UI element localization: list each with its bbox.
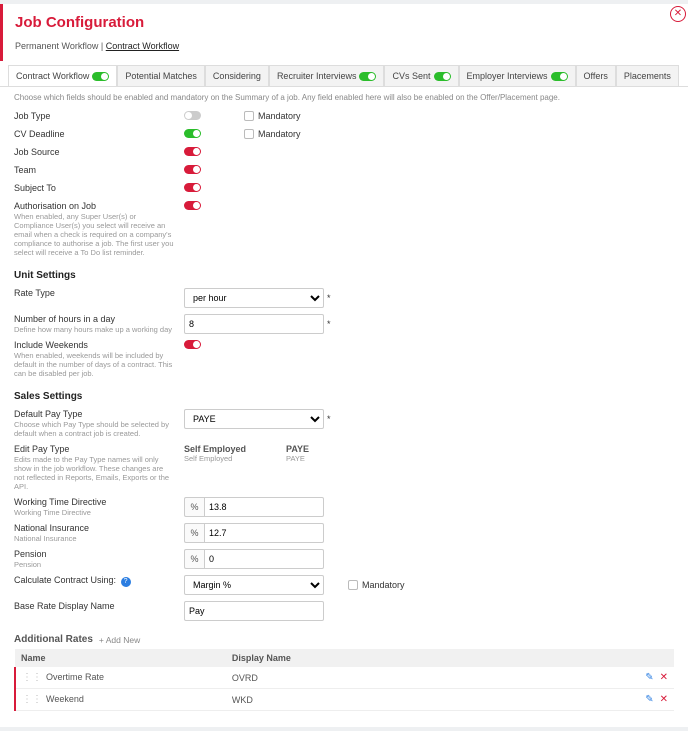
drag-icon[interactable]: ⋮⋮ [22, 672, 42, 683]
tab-contract-workflow[interactable]: Contract Workflow [8, 65, 117, 86]
col-display: Display Name [226, 649, 614, 667]
tab-considering[interactable]: Considering [205, 65, 269, 86]
intro-text: Choose which fields should be enabled an… [14, 93, 674, 102]
input-base-rate[interactable] [184, 601, 324, 621]
select-rate-type[interactable]: per hour [184, 288, 324, 308]
delete-icon[interactable]: ✕ [660, 672, 668, 683]
tab-cvs-sent[interactable]: CVs Sent [384, 65, 458, 86]
toggle-job-type[interactable] [184, 111, 201, 120]
rates-table: Name Display Name ⋮⋮Overtime RateOVRD✎✕⋮… [14, 649, 674, 711]
drag-icon[interactable]: ⋮⋮ [22, 694, 42, 705]
tab-label: Placements [624, 71, 671, 81]
input-ni[interactable] [204, 523, 324, 543]
breadcrumb-permanent[interactable]: Permanent Workflow [15, 41, 98, 51]
label-rate-type: Rate Type [14, 288, 184, 298]
breadcrumb: Permanent Workflow | Contract Workflow [15, 41, 674, 51]
heading-sales-settings: Sales Settings [14, 381, 674, 406]
table-row: ⋮⋮ Weekend WKD ✎ ✕ [15, 689, 674, 711]
checkbox-cv-deadline-mandatory[interactable] [244, 129, 254, 139]
close-icon[interactable]: ✕ [670, 6, 686, 22]
tab-toggle[interactable] [92, 72, 109, 81]
checkbox-job-type-mandatory[interactable] [244, 111, 254, 121]
tab-employer-interviews[interactable]: Employer Interviews [459, 65, 576, 86]
tab-label: Contract Workflow [16, 71, 89, 81]
info-icon[interactable]: ? [121, 577, 131, 587]
label-subject-to: Subject To [14, 183, 184, 193]
input-hours-day[interactable] [184, 314, 324, 334]
header: Job Configuration Permanent Workflow | C… [0, 4, 688, 61]
rate-name: Overtime Rate [46, 672, 104, 682]
tab-toggle[interactable] [551, 72, 568, 81]
page-title: Job Configuration [15, 14, 674, 31]
label-wtd: Working Time Directive Working Time Dire… [14, 497, 184, 517]
input-wtd[interactable] [204, 497, 324, 517]
tab-potential-matches[interactable]: Potential Matches [117, 65, 205, 86]
tab-placements[interactable]: Placements [616, 65, 679, 86]
select-default-pay[interactable]: PAYE [184, 409, 324, 429]
label-job-source: Job Source [14, 147, 184, 157]
breadcrumb-contract[interactable]: Contract Workflow [106, 41, 179, 51]
heading-additional-rates: Additional Rates [14, 634, 93, 645]
label-job-type: Job Type [14, 111, 184, 121]
percent-icon: % [184, 549, 204, 569]
label-mandatory: Mandatory [258, 111, 301, 121]
toggle-team[interactable] [184, 165, 201, 174]
label-ni: National Insurance National Insurance [14, 523, 184, 543]
tabs: Contract Workflow Potential Matches Consid… [0, 65, 688, 87]
label-mandatory: Mandatory [258, 129, 301, 139]
rate-display: WKD [226, 689, 614, 711]
label-base-rate: Base Rate Display Name [14, 601, 184, 611]
edit-icon[interactable]: ✎ [645, 694, 653, 705]
tab-label: Recruiter Interviews [277, 71, 357, 81]
label-include-weekends: Include Weekends When enabled, weekends … [14, 340, 184, 378]
tab-label: CVs Sent [392, 71, 430, 81]
heading-unit-settings: Unit Settings [14, 260, 674, 285]
toggle-include-weekends[interactable] [184, 340, 201, 349]
rate-name: Weekend [46, 694, 84, 704]
edit-pay-types: Self Employed Self Employed PAYE PAYE [184, 444, 309, 463]
checkbox-calc-mandatory[interactable] [348, 580, 358, 590]
tab-label: Considering [213, 71, 261, 81]
label-cv-deadline: CV Deadline [14, 129, 184, 139]
label-default-pay: Default Pay Type Choose which Pay Type s… [14, 409, 184, 438]
label-authorisation: Authorisation on Job When enabled, any S… [14, 201, 184, 257]
add-new-rate[interactable]: Add New [99, 635, 140, 645]
input-pension[interactable] [204, 549, 324, 569]
pay-type-paye[interactable]: PAYE [286, 444, 309, 454]
tab-offers[interactable]: Offers [576, 65, 616, 86]
percent-icon: % [184, 523, 204, 543]
label-hours-day: Number of hours in a day Define how many… [14, 314, 184, 334]
tab-label: Offers [584, 71, 608, 81]
toggle-job-source[interactable] [184, 147, 201, 156]
sub-authorisation: When enabled, any Super User(s) or Compl… [14, 212, 174, 257]
label-pension: Pension Pension [14, 549, 184, 569]
tab-recruiter-interviews[interactable]: Recruiter Interviews [269, 65, 385, 86]
tab-toggle[interactable] [434, 72, 451, 81]
toggle-cv-deadline[interactable] [184, 129, 201, 138]
rate-display: OVRD [226, 667, 614, 689]
toggle-subject-to[interactable] [184, 183, 201, 192]
select-calc-using[interactable]: Margin % [184, 575, 324, 595]
percent-icon: % [184, 497, 204, 517]
table-row: ⋮⋮ Overtime Rate OVRD ✎ ✕ [15, 667, 674, 689]
col-name: Name [15, 649, 226, 667]
pay-type-self-employed[interactable]: Self Employed [184, 444, 246, 454]
label-calc-using: Calculate Contract Using: ? [14, 575, 184, 587]
tab-label: Potential Matches [125, 71, 197, 81]
job-config-page: ✕ Job Configuration Permanent Workflow |… [0, 4, 688, 727]
edit-icon[interactable]: ✎ [645, 672, 653, 683]
tab-toggle[interactable] [359, 72, 376, 81]
delete-icon[interactable]: ✕ [660, 694, 668, 705]
body: Choose which fields should be enabled an… [0, 87, 688, 717]
label-edit-pay: Edit Pay Type Edits made to the Pay Type… [14, 444, 184, 491]
tab-label: Employer Interviews [467, 71, 548, 81]
toggle-authorisation[interactable] [184, 201, 201, 210]
label-team: Team [14, 165, 184, 175]
